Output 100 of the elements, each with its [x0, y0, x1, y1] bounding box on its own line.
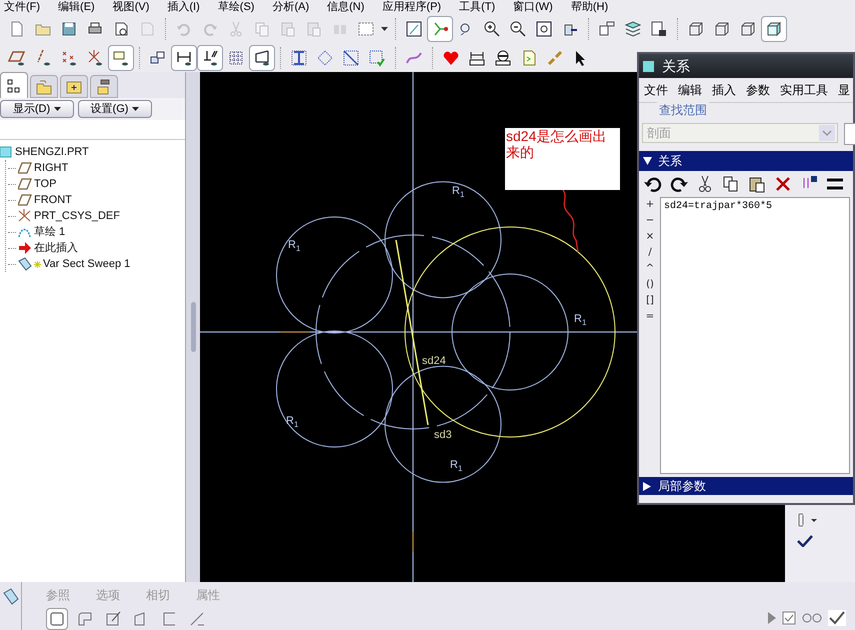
copy-icon [722, 175, 740, 193]
paste-icon [279, 20, 297, 38]
dimension-label: sd3 [434, 429, 452, 441]
navigator-tab[interactable] [90, 75, 118, 98]
menu-item[interactable]: 显 [838, 81, 850, 99]
datum-dropdown-icon [797, 513, 819, 527]
dimension-label: R$_{1}$ [286, 415, 298, 429]
menu-item[interactable]: 文件(F) [4, 1, 40, 13]
scissors-icon [696, 175, 714, 193]
menu-item[interactable]: 视图(V) [112, 1, 150, 13]
checkmark-icon [797, 535, 813, 547]
toolbar-button[interactable] [197, 44, 223, 70]
menu-item[interactable]: 帮助(H) [570, 1, 608, 13]
rectangle-icon [48, 610, 66, 628]
heart-icon [442, 48, 460, 66]
tree-item[interactable]: SHENGZI.PRT [15, 144, 89, 160]
navigator-tab[interactable] [0, 72, 28, 98]
tree-item[interactable]: TOP [34, 176, 56, 192]
menu-item[interactable]: 编辑(E) [58, 1, 95, 13]
checkbox-icon [782, 611, 796, 625]
operator-button[interactable]: + [646, 197, 654, 213]
stack-icon [149, 48, 167, 66]
paste-icon [305, 20, 323, 38]
toolbar-button[interactable] [249, 44, 275, 70]
menu-item[interactable]: 信息(N) [327, 1, 364, 13]
grid-icon [227, 48, 245, 66]
dropdown-button[interactable]: 显示(D) [0, 100, 74, 118]
triangle-icon [643, 482, 652, 490]
toolbar-button[interactable] [722, 175, 740, 193]
sketch-view-icon [405, 20, 423, 38]
dialog-title: 关系 [662, 56, 690, 76]
insert-arrow-icon [18, 241, 32, 255]
menu-item[interactable]: 分析(A) [272, 1, 310, 13]
dropdown-button[interactable]: 设置(G) [78, 100, 152, 118]
operator-button[interactable]: − [646, 213, 654, 229]
menu-item[interactable]: 应用程序(P) [382, 1, 442, 13]
section-header[interactable]: 局部参数 [639, 477, 853, 495]
operator-button[interactable]: / [648, 245, 652, 261]
menu-item[interactable]: 文件 [644, 81, 668, 99]
dimension-label: R$_{1}$ [450, 459, 462, 473]
gauge-icon [494, 48, 512, 66]
operator-button[interactable]: = [646, 309, 654, 325]
chain-icon [546, 48, 564, 66]
menu-item[interactable]: 工具(T) [459, 1, 496, 13]
datum-plane-icon [8, 48, 26, 66]
redo-icon [670, 175, 688, 193]
menu-item[interactable]: 窗口(W) [513, 1, 553, 13]
note-box: sd24是怎么画出来的 [505, 128, 620, 190]
tree-item[interactable]: 草绘 1 [34, 224, 66, 240]
plane-icon [18, 177, 32, 191]
copy-icon [253, 20, 271, 38]
table-camera-icon [650, 20, 668, 38]
cube-icon [739, 20, 757, 38]
tree-item[interactable]: FRONT [34, 192, 72, 208]
menu-item[interactable]: 编辑 [678, 81, 702, 99]
play-triangle-icon [768, 612, 776, 624]
window-icon [643, 60, 654, 72]
toolbar-button[interactable] [748, 175, 766, 193]
toolbar-button[interactable] [696, 175, 714, 193]
caret-icon [132, 107, 140, 111]
tool-button[interactable] [46, 608, 68, 630]
leader-line [562, 190, 579, 252]
dashed-square-check-icon [368, 48, 386, 66]
section-header[interactable]: 关系 [639, 151, 853, 171]
toolbar-button[interactable] [644, 175, 662, 193]
pencil-square-icon [104, 610, 122, 628]
menu-item[interactable]: 草绘(S) [218, 1, 254, 13]
box-icon [112, 48, 130, 66]
shaded-cube-icon [765, 20, 783, 38]
tree-item[interactable]: Var Sect Sweep 1 [43, 256, 130, 272]
toolbar-button[interactable] [670, 175, 688, 193]
operator-button[interactable]: × [646, 229, 654, 245]
folders-icon [35, 78, 53, 96]
layers-icon [624, 20, 642, 38]
operator-button[interactable]: [] [646, 293, 654, 309]
sketch-line-icon [253, 48, 271, 66]
tree-item[interactable]: 在此插入 [34, 240, 78, 256]
splitter-handle[interactable] [190, 302, 196, 352]
cut-off-field[interactable] [844, 123, 855, 145]
plane-icon [18, 193, 32, 207]
operator-button[interactable]: () [646, 277, 654, 293]
menu-item[interactable]: 插入(I) [167, 1, 200, 13]
menu-item[interactable]: 参数 [746, 81, 770, 99]
tree-item[interactable]: PRT_CSYS_DEF [34, 208, 120, 224]
dimension-label: R$_{1}$ [452, 185, 464, 199]
menu-item[interactable]: 实用工具 [780, 81, 828, 99]
perpendicular-icon [201, 48, 219, 66]
toolbar-button[interactable] [171, 44, 197, 70]
slashed-line-icon [188, 610, 206, 628]
cube-icon [687, 20, 705, 38]
menu-item[interactable]: 插入 [712, 81, 736, 99]
undo-icon [644, 175, 662, 193]
operator-button[interactable]: ^ [646, 261, 654, 277]
i-beam-icon [290, 48, 308, 66]
relations-text-area[interactable]: sd24=trajpar*360*5 [660, 197, 850, 474]
paste-icon [748, 175, 766, 193]
toolbar-button[interactable] [761, 16, 787, 42]
group-label: 查找范围 [657, 101, 709, 119]
annotation-icon [598, 20, 616, 38]
tree-item[interactable]: RIGHT [34, 160, 68, 176]
